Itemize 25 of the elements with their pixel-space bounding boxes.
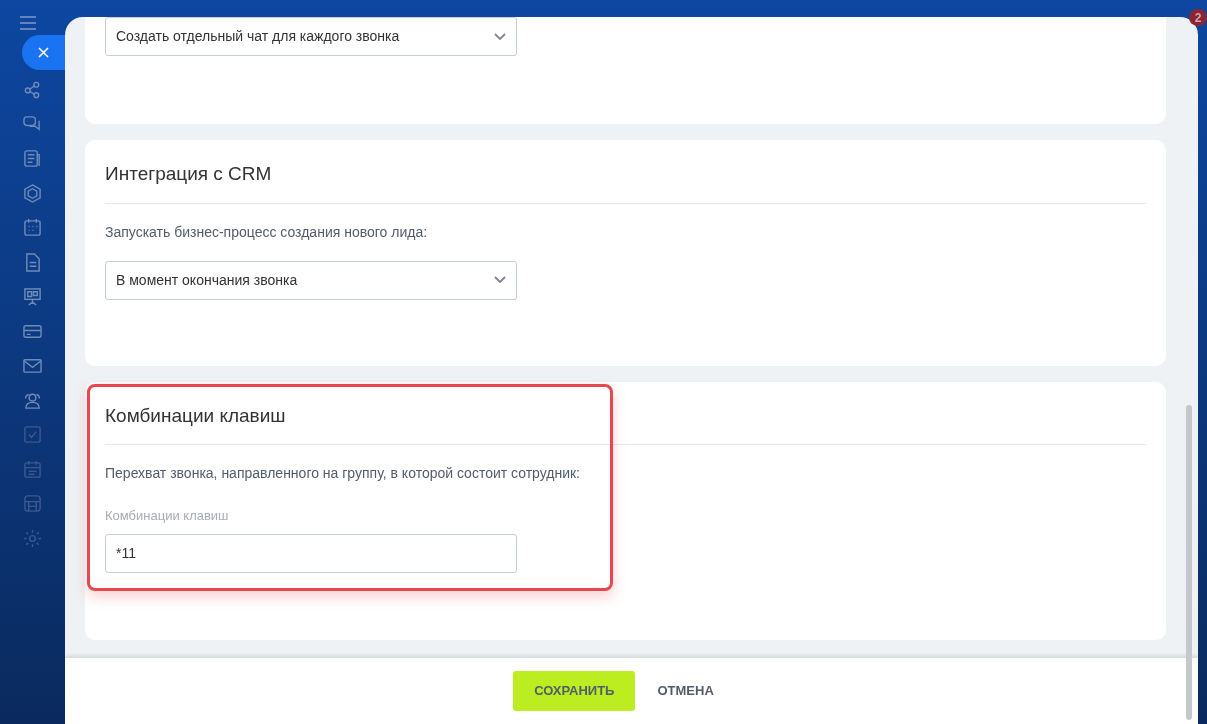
section-title: Интеграция с CRM	[105, 160, 1146, 204]
dropdown-select[interactable]: Создать отдельный чат для каждого звонка	[105, 17, 517, 56]
storage-icon[interactable]	[22, 494, 42, 513]
chevron-down-icon	[494, 276, 506, 284]
presentation-icon[interactable]	[22, 287, 42, 306]
save-button[interactable]: СОХРАНИТЬ	[513, 671, 636, 711]
input-field[interactable]: *11	[105, 533, 517, 573]
cancel-button[interactable]: ОТМЕНА	[641, 671, 730, 711]
notification-badge: 2	[1189, 9, 1207, 26]
chevron-down-icon	[494, 32, 506, 41]
share-icon[interactable]	[22, 80, 42, 99]
dropdown-select[interactable]: В момент окончания звонка	[105, 260, 517, 300]
close-button[interactable]	[22, 35, 65, 70]
checkbox-icon[interactable]	[22, 425, 42, 444]
field-description: Запускать бизнес-процесс создания нового лида:	[105, 222, 429, 242]
section-title: Комбинации клавиш	[105, 401, 1146, 445]
mail-icon[interactable]	[22, 356, 42, 375]
menu-icon[interactable]	[18, 16, 37, 30]
schedule-icon[interactable]	[22, 459, 42, 479]
field-label: Комбинации клавиш	[105, 507, 230, 525]
hexagon-icon[interactable]	[22, 183, 42, 203]
calendar-icon[interactable]	[22, 218, 42, 237]
newspaper-icon[interactable]	[22, 149, 42, 168]
close-icon	[37, 47, 49, 58]
field-description: Перехват звонка, направленного на группу, в которой состоит сотрудник:	[105, 464, 581, 483]
